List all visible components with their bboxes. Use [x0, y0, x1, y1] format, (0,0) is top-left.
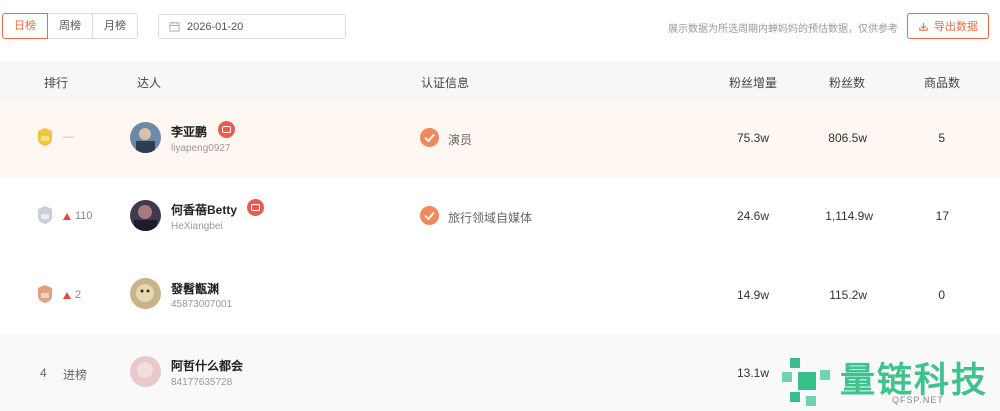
fan-growth: 13.1w [736, 366, 769, 380]
creator-name[interactable]: 發髫甑渊 [171, 280, 219, 297]
header-fans[interactable]: 粉丝数 [829, 74, 865, 91]
creator-name[interactable]: 李亚鹏 [171, 123, 207, 140]
creator-name[interactable]: 何香蓓Betty [171, 201, 237, 218]
rank-trend: 进榜 [63, 368, 88, 382]
date-value: 2026-01-20 [187, 20, 244, 33]
live-icon[interactable] [247, 199, 264, 216]
tab-monthly[interactable]: 月榜 [92, 13, 138, 39]
rank-number: 4 [40, 366, 47, 380]
avatar[interactable] [130, 278, 161, 309]
watermark-logo-icon [782, 358, 830, 406]
data-disclaimer: 展示数据为所选周期内蝉妈妈的预估数据，仅供参考 [668, 24, 898, 35]
fan-count: 1,114.9w [825, 209, 873, 223]
product-count: 5 [938, 131, 945, 145]
table-row[interactable]: 2 發髫甑渊 45873007001 14.9w 115.2w 0 [0, 256, 1000, 334]
gold-rank-badge-icon [38, 128, 52, 146]
tab-daily[interactable]: 日榜 [2, 13, 48, 39]
up-arrow-icon [63, 291, 71, 299]
creator-id: 45873007001 [171, 299, 233, 310]
creator-name[interactable]: 阿哲什么都会 [171, 357, 243, 374]
period-tabs: 日榜 周榜 月榜 [2, 13, 138, 39]
toolbar: 日榜 周榜 月榜 2026-01-20 展示数据为所选周期内蝉妈妈的预估数据，仅… [0, 0, 1000, 60]
table-header: 排行 达人 认证信息 粉丝增量 粉丝数 商品数 [0, 62, 1000, 100]
verified-check-icon [420, 128, 439, 147]
fan-growth: 24.6w [736, 209, 769, 223]
creator-id: liyapeng0927 [171, 143, 231, 154]
avatar[interactable] [130, 356, 161, 387]
fan-growth: 14.9w [736, 288, 769, 302]
rank-trend: — [63, 131, 74, 143]
bronze-rank-badge-icon [38, 285, 52, 303]
watermark-sub: QFSP.NET [892, 395, 944, 405]
rank-trend: 110 [63, 210, 93, 222]
header-products[interactable]: 商品数 [924, 74, 960, 91]
creator-id: HeXiangbei [171, 221, 223, 232]
avatar[interactable] [130, 122, 161, 153]
table-row[interactable]: — 李亚鹏 liyapeng0927 演员 75.3w 806.5w 5 [0, 100, 1000, 178]
tab-weekly[interactable]: 周榜 [47, 13, 93, 39]
fan-count: 806.5w [828, 131, 867, 145]
header-cert: 认证信息 [421, 76, 470, 90]
export-icon [919, 22, 928, 31]
header-rank: 排行 [44, 76, 69, 90]
fan-growth: 75.3w [736, 131, 769, 145]
watermark: 量链科技 QFSP.NET [782, 352, 1000, 411]
rank-change: 110 [75, 210, 93, 222]
product-count: 0 [938, 288, 945, 302]
rank-trend: 2 [63, 289, 81, 301]
export-button[interactable]: 导出数据 [907, 13, 989, 39]
avatar[interactable] [130, 200, 161, 231]
export-label: 导出数据 [934, 21, 978, 33]
rank-change: 2 [75, 289, 82, 301]
header-creator: 达人 [137, 76, 162, 90]
header-fan-growth[interactable]: 粉丝增量 [729, 74, 777, 91]
creator-id: 84177635728 [171, 377, 233, 388]
date-picker[interactable]: 2026-01-20 [158, 14, 346, 39]
table-row[interactable]: 110 何香蓓Betty HeXiangbei 旅行领域自媒体 24.6w 1,… [0, 178, 1000, 256]
calendar-icon [169, 21, 180, 32]
up-arrow-icon [63, 212, 71, 220]
live-icon[interactable] [218, 121, 235, 138]
product-count: 17 [935, 209, 949, 223]
verified-check-icon [420, 206, 439, 225]
cert-info: 旅行领域自媒体 [448, 211, 533, 225]
silver-rank-badge-icon [38, 206, 52, 224]
fan-count: 115.2w [829, 288, 867, 302]
cert-info: 演员 [448, 133, 473, 147]
